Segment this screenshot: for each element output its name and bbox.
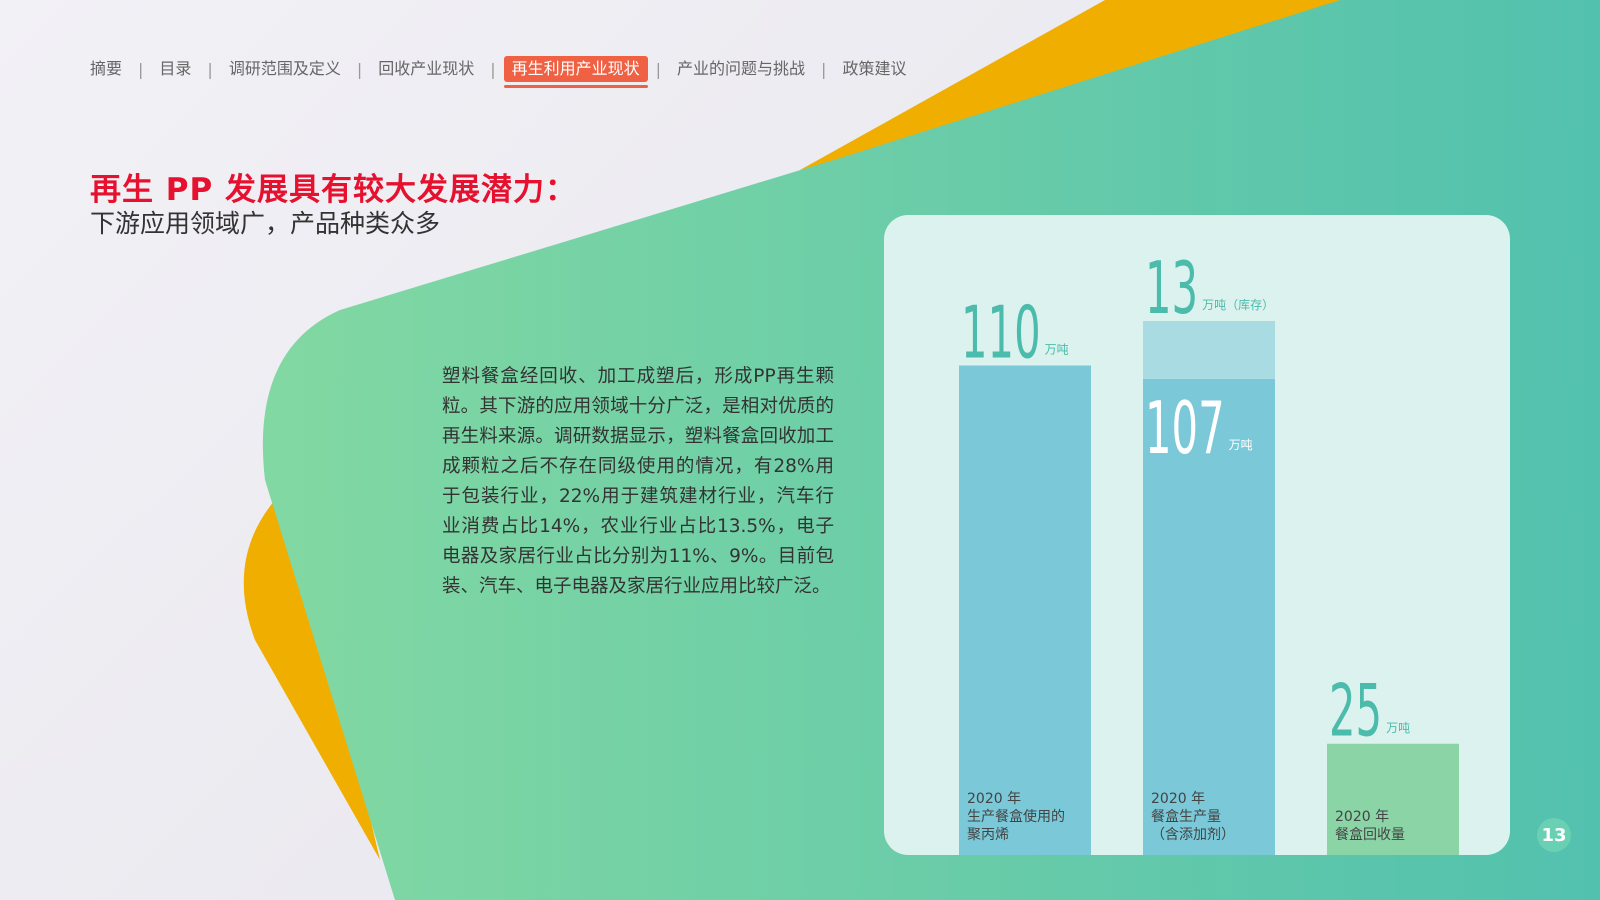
bar-1-category-label: 聚丙烯: [967, 827, 1009, 843]
nav-item-contents[interactable]: 目录: [151, 56, 199, 82]
bar-2-value-label-2: 13: [1145, 246, 1198, 330]
page-number-badge: 13: [1537, 818, 1571, 852]
slide-subtitle: 下游应用领域广，产品种类众多: [90, 209, 441, 238]
bar-chart: 110 万吨2020 年生产餐盒使用的聚丙烯107 万吨13 万吨（库存）2020 年…: [959, 246, 1459, 855]
bar-3-unit-label-1: 万吨: [1386, 721, 1410, 735]
bar-1-segment-1: [959, 365, 1091, 855]
bar-3-category-label: 餐盒回收量: [1335, 826, 1405, 843]
chart-panel: 110 万吨 2020 年生产餐盒使用的 聚丙烯 107 万吨 13 万吨（库存） 2020 年…: [884, 215, 1510, 855]
nav-separator: |: [655, 59, 662, 79]
nav-separator: |: [821, 59, 827, 79]
top-navigation: 摘要 | 目录 | 调研范围及定义 | 回收产业现状 | 再生利用产业现状 | …: [90, 56, 914, 88]
bar-1-category-label: 生产餐盒使用的: [967, 808, 1065, 825]
bar-2-category-label: 2020 年: [1151, 791, 1205, 807]
nav-separator: |: [138, 59, 144, 79]
bar-3-category-label: 2020 年: [1335, 809, 1389, 825]
nav-item-summary[interactable]: 摘要: [90, 56, 130, 82]
bar-3-value-label-1: 25: [1329, 668, 1382, 752]
bar-2-category-label: 餐盒生产量: [1151, 808, 1221, 825]
bar-1-category-label: 2020 年: [967, 791, 1021, 807]
bar-2-unit-label-1: 万吨: [1229, 438, 1253, 452]
body-paragraph: 塑料餐盒经回收、加工成塑后，形成PP再生颗粒。其下游的应用领域十分广泛，是相对优…: [442, 366, 834, 597]
bar-2-category-label: （含添加剂）: [1151, 827, 1235, 843]
nav-separator: |: [207, 59, 213, 79]
bar-1-unit-label-1: 万吨: [1045, 343, 1069, 357]
bar-2-unit-label-2: 万吨（库存）: [1202, 297, 1274, 312]
slide-title: 再生 PP 发展具有较大发展潜力：: [90, 172, 578, 208]
bar-1-value-label-1: 110: [961, 290, 1041, 374]
nav-separator: |: [356, 59, 363, 79]
nav-item-challenges[interactable]: 产业的问题与挑战: [669, 56, 813, 82]
nav-item-scope[interactable]: 调研范围及定义: [221, 56, 349, 82]
nav-item-reuse-status[interactable]: 再生利用产业现状: [503, 56, 648, 88]
nav-item-policy[interactable]: 政策建议: [834, 56, 914, 82]
nav-separator: |: [490, 59, 496, 79]
nav-item-recycling-status[interactable]: 回收产业现状: [370, 56, 482, 82]
bar-2-value-label-1: 107: [1145, 386, 1225, 470]
